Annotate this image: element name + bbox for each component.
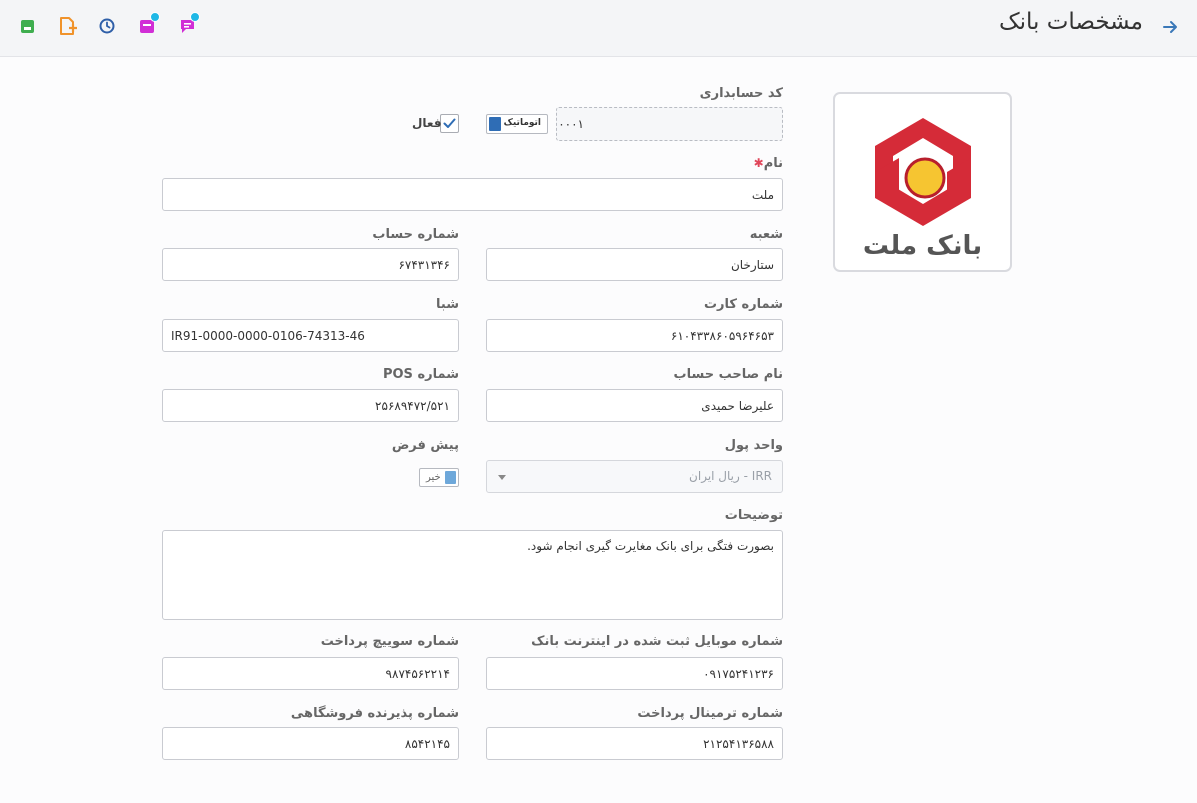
chevron-down-icon — [498, 475, 506, 480]
bank-logo-text: بانک ملت — [862, 231, 983, 261]
name-label: نام✱ — [750, 156, 783, 171]
active-checkbox[interactable] — [440, 114, 459, 133]
accounting-code-field[interactable]: ۰۰۰۱ — [556, 107, 783, 141]
add-document-icon — [60, 17, 77, 35]
save-button[interactable] — [18, 15, 40, 37]
accounting-code-value: ۰۰۰۱ — [558, 117, 584, 131]
holder-name-input[interactable] — [486, 389, 783, 422]
mobile-label: شماره موبایل ثبت شده در اینترنت بانک — [531, 634, 783, 649]
auto-code-label: اتوماتیک — [503, 118, 541, 128]
add-document-button[interactable] — [58, 15, 80, 37]
account-number-label: شماره حساب — [372, 227, 459, 242]
name-input[interactable] — [162, 178, 783, 211]
page-title: مشخصات بانک — [999, 9, 1143, 35]
description-label: توضیحات — [724, 508, 783, 523]
card-number-input[interactable] — [486, 319, 783, 352]
bank-logo-card[interactable]: بانک ملت — [833, 92, 1012, 272]
sheba-input[interactable] — [162, 319, 459, 352]
chat-button[interactable] — [178, 12, 200, 37]
notification-badge — [150, 12, 160, 22]
back-arrow-icon[interactable] — [1161, 18, 1179, 36]
toggle-knob — [489, 117, 501, 131]
account-number-input[interactable] — [162, 248, 459, 281]
active-label: فعال — [412, 116, 442, 130]
clock-icon — [99, 18, 115, 34]
branch-label: شعبه — [749, 227, 783, 242]
holder-name-label: نام صاحب حساب — [673, 367, 783, 382]
notification-badge — [190, 12, 200, 22]
required-mark: ✱ — [753, 156, 764, 170]
switch-number-label: شماره سوییچ پرداخت — [320, 634, 459, 649]
auto-code-toggle[interactable]: اتوماتیک — [486, 114, 548, 134]
bank-mellat-logo-icon — [875, 118, 971, 226]
top-bar: مشخصات بانک — [0, 0, 1197, 57]
inbox-button[interactable] — [138, 12, 160, 37]
name-label-text: نام — [763, 156, 783, 171]
history-button[interactable] — [98, 15, 120, 37]
card-number-label: شماره کارت — [703, 297, 783, 312]
default-value: خیر — [426, 472, 441, 483]
switch-number-input[interactable] — [162, 657, 459, 690]
terminal-label: شماره ترمینال پرداخت — [637, 706, 783, 721]
description-textarea[interactable]: بصورت فتگی برای بانک مغایرت گیری انجام ش… — [162, 530, 783, 620]
currency-select[interactable]: IRR - ریال ایران — [486, 460, 783, 493]
pos-number-label: شماره POS — [382, 367, 459, 382]
mobile-input[interactable] — [486, 657, 783, 690]
merchant-label: شماره پذیرنده فروشگاهی — [290, 706, 459, 721]
currency-value: IRR - ریال ایران — [689, 469, 772, 483]
checkmark-icon — [443, 118, 456, 128]
save-icon — [21, 20, 34, 33]
default-label: پیش فرض — [391, 438, 459, 453]
sheba-label: شبا — [436, 297, 459, 312]
currency-label: واحد پول — [724, 438, 783, 453]
pos-number-input[interactable] — [162, 389, 459, 422]
accounting-code-label: کد حسابداری — [699, 86, 783, 101]
branch-input[interactable] — [486, 248, 783, 281]
default-toggle[interactable]: خیر — [419, 468, 459, 487]
toggle-knob — [445, 471, 456, 484]
merchant-input[interactable] — [162, 727, 459, 760]
terminal-input[interactable] — [486, 727, 783, 760]
